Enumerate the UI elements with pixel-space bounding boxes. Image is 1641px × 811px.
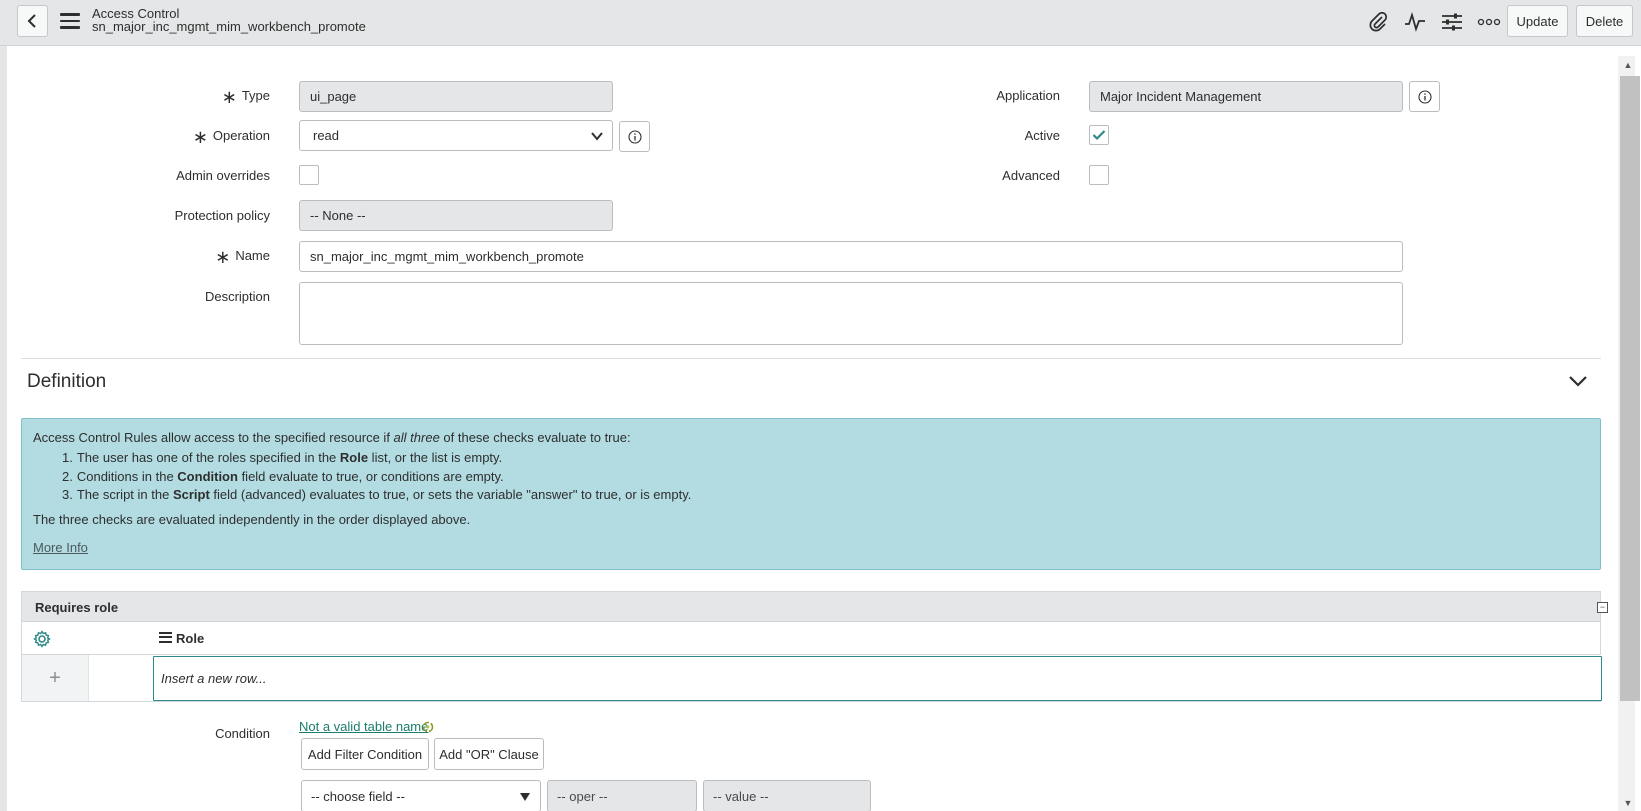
table-cell	[88, 655, 154, 701]
info-intro: Access Control Rules allow access to the…	[33, 430, 631, 445]
back-icon	[27, 14, 36, 28]
requires-role-columns: Role	[21, 622, 1601, 655]
refresh-icon[interactable]	[421, 720, 435, 734]
checkmark-icon	[1092, 130, 1106, 141]
required-icon: ∗	[215, 247, 231, 267]
role-column-header[interactable]: Role	[159, 631, 204, 646]
gear-icon[interactable]	[33, 630, 51, 648]
add-filter-condition-button[interactable]: Add Filter Condition	[301, 738, 429, 770]
advanced-checkbox[interactable]	[1089, 165, 1109, 185]
scrollbar-thumb[interactable]	[1620, 76, 1640, 701]
add-row-icon[interactable]: +	[22, 655, 88, 701]
update-button[interactable]: Update	[1507, 5, 1568, 37]
more-icon[interactable]	[1477, 11, 1501, 33]
operation-select[interactable]: read	[299, 120, 613, 151]
chevron-down-icon	[591, 132, 603, 141]
paperclip-icon[interactable]	[1366, 11, 1390, 33]
name-label: ∗ Name	[215, 247, 270, 267]
section-divider	[21, 358, 1601, 359]
protection-policy-field: -- None --	[299, 200, 613, 231]
delete-button[interactable]: Delete	[1576, 5, 1633, 37]
dropdown-arrow-icon	[520, 793, 530, 801]
collapse-icon[interactable]: −	[1597, 602, 1608, 613]
info-icon	[627, 129, 642, 144]
advanced-label: Advanced	[1002, 168, 1060, 183]
protection-policy-label: Protection policy	[174, 208, 270, 223]
sliders-icon[interactable]	[1440, 11, 1464, 33]
requires-role-title: Requires role	[35, 600, 119, 615]
scroll-down-icon[interactable]: ▼	[1621, 796, 1635, 810]
operation-info-button[interactable]	[619, 121, 650, 152]
info-list: 1. The user has one of the roles specifie…	[62, 449, 691, 505]
definition-title: Definition	[27, 371, 107, 392]
operator-dropdown: -- oper --	[547, 780, 697, 811]
activity-icon[interactable]	[1403, 11, 1427, 33]
value-field: -- value --	[703, 780, 871, 811]
more-info-link[interactable]: More Info	[33, 540, 88, 555]
description-textarea[interactable]	[299, 282, 1403, 345]
insert-new-row-input[interactable]: Insert a new row...	[153, 656, 1602, 701]
active-label: Active	[1024, 128, 1060, 143]
operation-label: ∗ Operation	[192, 127, 270, 147]
admin-overrides-label: Admin overrides	[176, 168, 270, 183]
table-name-link[interactable]: Not a valid table name	[299, 719, 428, 734]
chevron-down-icon[interactable]	[1567, 372, 1589, 390]
info-footer: The three checks are evaluated independe…	[33, 512, 471, 527]
application-label: Application	[996, 88, 1060, 103]
active-checkbox[interactable]	[1089, 125, 1109, 145]
list-item: 3. The script in the Script field (advanc…	[62, 487, 692, 502]
required-icon: ∗	[192, 127, 208, 147]
choose-field-dropdown[interactable]: -- choose field --	[301, 780, 541, 811]
description-label: Description	[204, 289, 270, 304]
definition-info-box: Access Control Rules allow access to the…	[21, 418, 1601, 570]
list-item: 2. Conditions in the Condition field eval…	[62, 468, 504, 484]
requires-role-header: Requires role −	[21, 591, 1608, 622]
admin-overrides-checkbox[interactable]	[299, 165, 319, 185]
application-field: Major Incident Management	[1089, 81, 1403, 112]
left-gutter	[0, 46, 7, 811]
form-header: Access Control sn_major_inc_mgmt_mim_wor…	[0, 0, 1641, 46]
menu-icon[interactable]	[60, 13, 80, 29]
form-subtitle: sn_major_inc_mgmt_mim_workbench_promote	[92, 19, 366, 34]
condition-label: Condition	[215, 726, 270, 741]
type-label: ∗ Type	[221, 87, 270, 107]
insert-row: + Insert a new row...	[21, 655, 1602, 702]
column-menu-icon[interactable]	[159, 631, 172, 646]
required-icon: ∗	[221, 87, 237, 107]
application-info-button[interactable]	[1409, 81, 1440, 112]
scroll-up-icon[interactable]: ▲	[1621, 58, 1635, 72]
back-button[interactable]	[17, 5, 48, 37]
type-field: ui_page	[299, 81, 613, 112]
list-item: 1. The user has one of the roles specifie…	[62, 450, 503, 465]
add-or-clause-button[interactable]: Add "OR" Clause	[434, 738, 544, 770]
info-icon	[1417, 89, 1432, 104]
name-input[interactable]: sn_major_inc_mgmt_mim_workbench_promote	[299, 241, 1403, 272]
